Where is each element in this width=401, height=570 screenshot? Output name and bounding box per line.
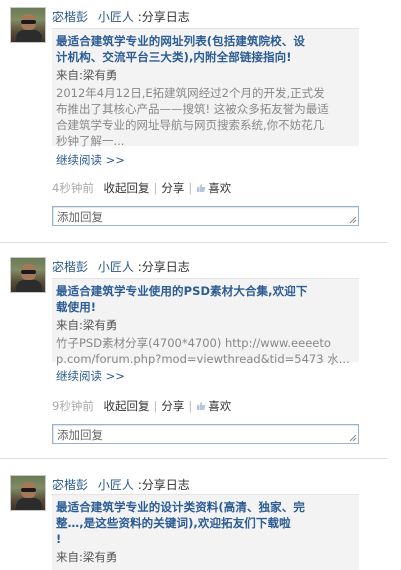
author-nickname[interactable]: 小匠人	[98, 10, 134, 24]
shared-post-title[interactable]: 最适合建筑学专业使用的PSD素材大合集,欢迎下 载使用!	[56, 283, 354, 315]
avatar[interactable]	[10, 475, 46, 511]
like-button[interactable]: 喜欢	[208, 399, 231, 413]
excerpt-line: 竹子PSD素材分享(4700*4700) http://www.eeeeto	[56, 336, 331, 350]
like-button[interactable]: 喜欢	[208, 181, 231, 195]
source-label: 来自:	[56, 318, 83, 332]
post-excerpt: 2012年4月12日,E拓建筑网经过2个月的开发,正式发 布推出了其核心产品——…	[56, 85, 356, 149]
feed-item: 宓楷彭 小匠人 :分享日志 最适合建筑学专业的网址列表(包括建筑院校、设 计机构…	[0, 0, 401, 243]
avatar[interactable]	[10, 257, 46, 293]
source-line: 来自:梁有勇	[56, 67, 117, 83]
feed-item: 宓楷彭 小匠人 :分享日志 最适合建筑学专业使用的PSD素材大合集,欢迎下 载使…	[0, 250, 401, 460]
shared-post-card: 最适合建筑学专业的网址列表(包括建筑院校、设 计机构、交流平台三大类),内附全部…	[52, 28, 359, 149]
like-icon[interactable]	[196, 182, 206, 192]
like-icon[interactable]	[196, 400, 206, 410]
shared-post-title[interactable]: 最适合建筑学专业的设计类资料(高清、独家、完 整…,是这些资料的关键词),欢迎拓…	[56, 499, 354, 547]
title-line: 载使用!	[56, 300, 97, 314]
title-line: 最适合建筑学专业使用的PSD素材大合集,欢迎下	[56, 284, 308, 298]
reply-placeholder: 添加回复	[57, 428, 103, 442]
post-excerpt: 竹子PSD素材分享(4700*4700) http://www.eeeeto p…	[56, 335, 356, 367]
author-name[interactable]: 宓楷彭	[52, 478, 88, 492]
post-actions: 4秒钟前 收起回复 | 分享 | 喜欢	[52, 181, 232, 195]
source-line: 来自:梁有勇	[56, 549, 117, 565]
post-action: :分享日志	[137, 478, 190, 492]
divider	[0, 458, 387, 459]
author-name[interactable]: 宓楷彭	[52, 10, 88, 24]
post-time: 4秒钟前	[52, 181, 94, 195]
title-line: 最适合建筑学专业的设计类资料(高清、独家、完	[56, 500, 305, 514]
divider	[0, 242, 387, 243]
share-button[interactable]: 分享	[161, 399, 184, 413]
shared-post-card: 最适合建筑学专业的设计类资料(高清、独家、完 整…,是这些资料的关键词),欢迎拓…	[52, 494, 359, 570]
shared-post-title[interactable]: 最适合建筑学专业的网址列表(包括建筑院校、设 计机构、交流平台三大类),内附全部…	[56, 33, 354, 65]
reply-input[interactable]: 添加回复	[52, 206, 359, 226]
excerpt-line: 合建筑学专业的网址导航与网页搜索系统,你不妨花几	[56, 118, 325, 132]
post-meta: 宓楷彭 小匠人 :分享日志	[52, 476, 190, 493]
author-nickname[interactable]: 小匠人	[98, 260, 134, 274]
share-button[interactable]: 分享	[161, 181, 184, 195]
post-action: :分享日志	[137, 260, 190, 274]
collapse-reply-button[interactable]: 收起回复	[103, 181, 149, 195]
excerpt-line: p.com/forum.php?mod=viewthread&tid=5473 …	[56, 352, 350, 366]
post-time: 9秒钟前	[52, 399, 94, 413]
post-action: :分享日志	[137, 10, 190, 24]
source-line: 来自:梁有勇	[56, 317, 117, 333]
excerpt-line: 秒钟了解一...	[56, 134, 125, 148]
collapse-reply-button[interactable]: 收起回复	[103, 399, 149, 413]
feed-item: 宓楷彭 小匠人 :分享日志 最适合建筑学专业的设计类资料(高清、独家、完 整…,…	[0, 468, 401, 570]
avatar[interactable]	[10, 7, 46, 43]
reply-input[interactable]: 添加回复	[52, 424, 359, 444]
title-line: 最适合建筑学专业的网址列表(包括建筑院校、设	[56, 34, 305, 48]
excerpt-line: 布推出了其核心产品——搜筑! 这被众多拓友誉为最适	[56, 102, 329, 116]
title-line: !	[56, 532, 62, 546]
post-meta: 宓楷彭 小匠人 :分享日志	[52, 258, 190, 275]
source-name[interactable]: 梁有勇	[83, 318, 118, 332]
reply-placeholder: 添加回复	[57, 210, 103, 224]
title-line: 整…,是这些资料的关键词),欢迎拓友们下载啦	[56, 516, 291, 530]
post-meta: 宓楷彭 小匠人 :分享日志	[52, 8, 190, 25]
source-label: 来自:	[56, 68, 83, 82]
source-name[interactable]: 梁有勇	[83, 68, 118, 82]
resize-grip-icon[interactable]	[349, 216, 357, 224]
shared-post-card: 最适合建筑学专业使用的PSD素材大合集,欢迎下 载使用! 来自:梁有勇 竹子PS…	[52, 278, 359, 366]
resize-grip-icon[interactable]	[349, 434, 357, 442]
read-more-link[interactable]: 继续阅读 >>	[56, 368, 125, 384]
author-nickname[interactable]: 小匠人	[98, 478, 134, 492]
read-more-link[interactable]: 继续阅读 >>	[56, 152, 125, 168]
author-name[interactable]: 宓楷彭	[52, 260, 88, 274]
source-name[interactable]: 梁有勇	[83, 550, 118, 564]
title-line: 计机构、交流平台三大类),内附全部链接指向!	[56, 50, 292, 64]
source-label: 来自:	[56, 550, 83, 564]
post-actions: 9秒钟前 收起回复 | 分享 | 喜欢	[52, 399, 232, 413]
excerpt-line: 2012年4月12日,E拓建筑网经过2个月的开发,正式发	[56, 86, 325, 100]
